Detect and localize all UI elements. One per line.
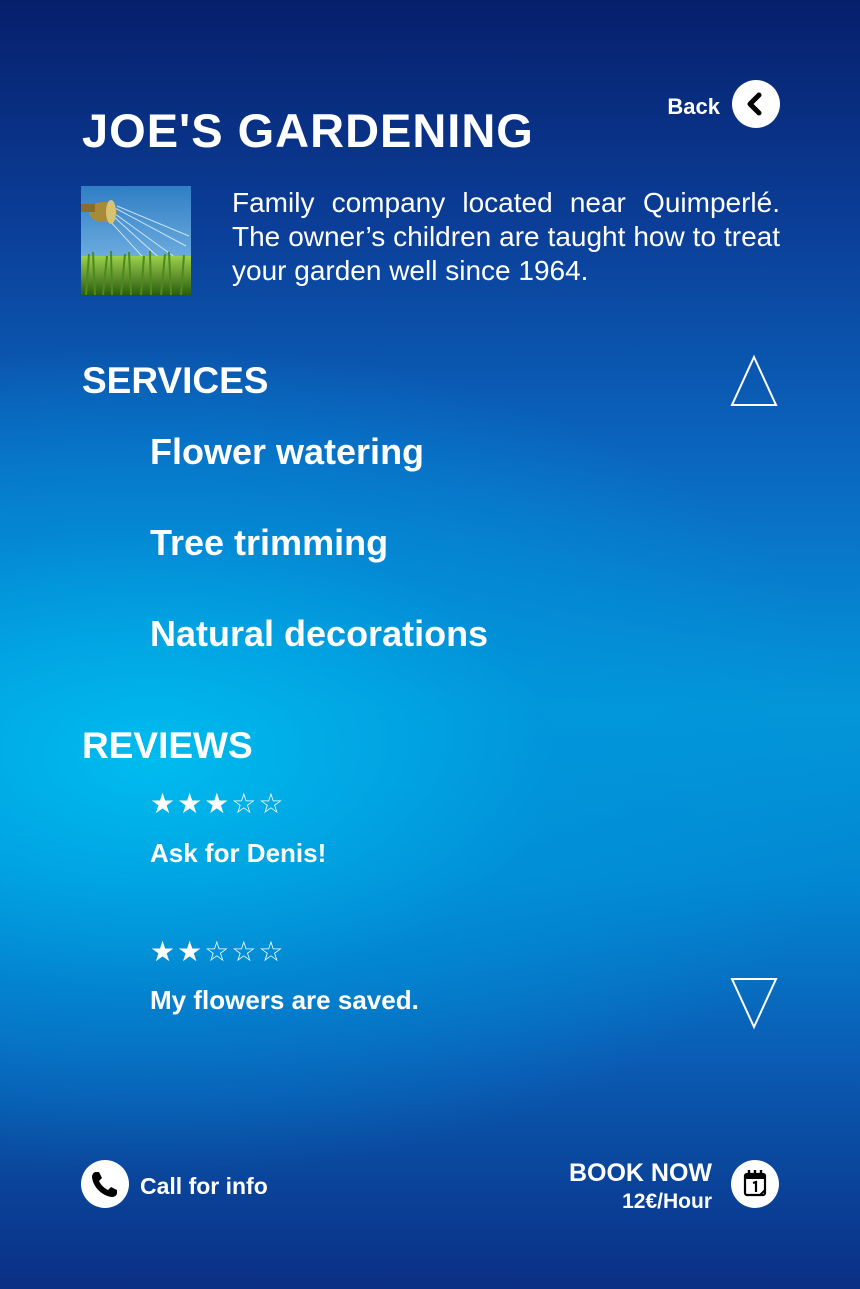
- chevron-left-icon: [747, 92, 762, 116]
- price-label: 12€/Hour: [622, 1190, 712, 1213]
- services-heading: SERVICES: [82, 360, 269, 401]
- watering-can-image: [81, 186, 191, 295]
- company-image: [81, 186, 191, 295]
- service-item-tree-trimming[interactable]: Tree trimming: [150, 521, 388, 565]
- service-item-flower-watering[interactable]: Flower watering: [150, 430, 424, 474]
- review-text: My flowers are saved.: [150, 985, 419, 1015]
- page-title: JOE'S GARDENING: [82, 104, 534, 157]
- company-description: Family company located near Quimperlé. T…: [232, 187, 780, 286]
- review-text: Ask for Denis!: [150, 838, 327, 868]
- book-now-button[interactable]: [731, 1160, 779, 1208]
- review-rating: ★★☆☆☆: [150, 936, 286, 967]
- phone-icon: [92, 1172, 117, 1197]
- scroll-down-button[interactable]: [730, 976, 778, 1030]
- review-rating: ★★★☆☆: [150, 788, 286, 819]
- back-button[interactable]: [732, 80, 780, 128]
- call-for-info-link[interactable]: Call for info: [140, 1172, 268, 1200]
- service-item-natural-decorations[interactable]: Natural decorations: [150, 612, 488, 656]
- scroll-up-button[interactable]: [730, 354, 778, 408]
- book-now-link[interactable]: BOOK NOW: [569, 1158, 712, 1188]
- back-label[interactable]: Back: [667, 93, 720, 121]
- calendar-icon: [743, 1170, 767, 1197]
- triangle-down-icon: [730, 978, 778, 1030]
- call-button[interactable]: [81, 1160, 129, 1208]
- triangle-up-icon: [730, 354, 778, 406]
- reviews-heading: REVIEWS: [82, 725, 253, 766]
